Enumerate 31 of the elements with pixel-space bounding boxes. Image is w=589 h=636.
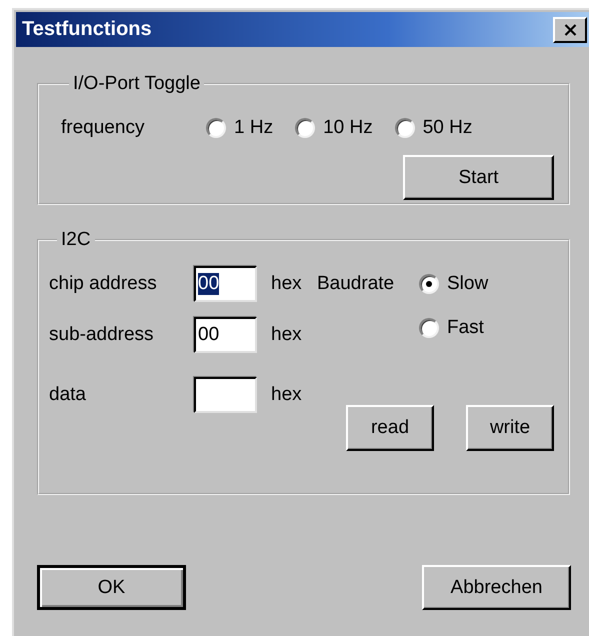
frequency-label: frequency xyxy=(61,117,146,139)
field-label: data xyxy=(49,384,87,406)
radio-label[interactable]: 10 Hz xyxy=(323,117,373,139)
radio-label[interactable]: Fast xyxy=(447,317,484,339)
unit-label: hex xyxy=(270,273,303,295)
close-icon xyxy=(564,24,576,36)
unit-label: hex xyxy=(270,324,303,346)
button[interactable]: write xyxy=(466,405,554,451)
button[interactable]: Abbrechen xyxy=(422,565,571,610)
baudrate-label: Baudrate xyxy=(316,273,396,295)
input-field[interactable]: 00 xyxy=(194,317,257,353)
input-field[interactable]: 00 xyxy=(194,266,257,302)
button[interactable]: read xyxy=(346,405,434,451)
field-label: chip address xyxy=(49,273,158,295)
close-button[interactable] xyxy=(553,16,587,42)
button[interactable]: OK xyxy=(37,565,186,610)
radio-label[interactable]: 1 Hz xyxy=(234,117,274,139)
group-title: I2C xyxy=(60,229,92,251)
radio-button[interactable] xyxy=(295,118,316,138)
radio-label[interactable]: 50 Hz xyxy=(422,117,472,139)
button[interactable]: Start xyxy=(403,155,554,200)
radio-button[interactable] xyxy=(419,318,439,338)
field-label: sub-address xyxy=(49,324,155,346)
radio-label[interactable]: Slow xyxy=(447,273,488,295)
radio-button[interactable] xyxy=(206,118,226,138)
window-title: Testfunctions xyxy=(22,18,152,41)
radio-button[interactable] xyxy=(394,118,415,138)
group-title: I/O-Port Toggle xyxy=(72,73,202,95)
input-field[interactable] xyxy=(194,377,257,413)
radio-button[interactable] xyxy=(419,274,439,294)
unit-label: hex xyxy=(270,384,303,406)
